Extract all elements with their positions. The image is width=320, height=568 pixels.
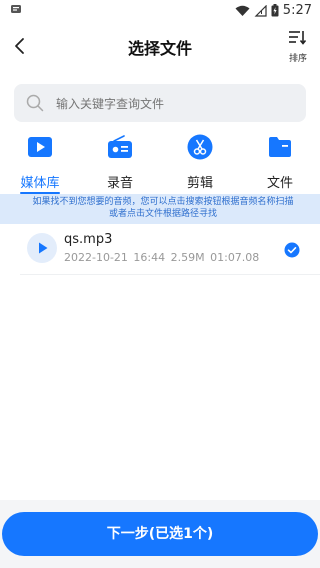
signal-icon (254, 4, 267, 17)
divider (20, 274, 320, 275)
sort-label: 排序 (288, 54, 307, 64)
tab-files[interactable]: 文件 (240, 132, 320, 194)
search-icon (26, 94, 44, 112)
file-meta: 2022-10-21 16:44 2.59M 01:07.08 (64, 251, 259, 264)
search-input[interactable] (54, 84, 298, 124)
tab-recording[interactable]: 录音 (80, 132, 160, 194)
battery-icon (271, 4, 279, 17)
app-notification-icon (11, 5, 21, 13)
status-bar: 5:27 (0, 0, 320, 24)
next-step-button[interactable]: 下一步(已选1个) (2, 512, 318, 556)
tab-label: 媒体库 (20, 176, 60, 191)
file-name: qs.mp3 (64, 232, 113, 247)
tab-label: 录音 (106, 176, 133, 191)
file-duration: 01:07.08 (210, 251, 260, 264)
status-time: 5:27 (282, 3, 312, 18)
wifi-icon (235, 5, 250, 16)
checked-circle-icon[interactable] (284, 242, 300, 258)
radio-icon (108, 135, 132, 158)
navigation-bar: 选择文件 排序 (0, 24, 320, 68)
page-title: 选择文件 (127, 39, 192, 58)
tab-media-library[interactable]: 媒体库 (0, 132, 80, 194)
scissors-icon (187, 134, 213, 160)
play-icon (39, 242, 48, 254)
tab-label: 文件 (266, 176, 293, 191)
list-item[interactable]: qs.mp3 2022-10-21 16:44 2.59M 01:07.08 (0, 224, 320, 275)
sort-button[interactable]: 排序 (286, 30, 310, 64)
search-bar[interactable] (14, 84, 306, 124)
folder-icon (269, 137, 291, 157)
tab-label: 剪辑 (186, 176, 213, 191)
hint-text: 如果找不到您想要的音频，您可以点击搜索按钮根据音频名称扫描或者点击文件根据路径寻… (32, 197, 294, 219)
play-button[interactable] (27, 233, 57, 263)
sort-icon (289, 31, 307, 45)
file-size: 2.59M (170, 251, 205, 264)
file-date: 2022-10-21 16:44 (64, 251, 166, 264)
play-icon (28, 137, 52, 157)
hint-banner: 如果找不到您想要的音频，您可以点击搜索按钮根据音频名称扫描或者点击文件根据路径寻… (0, 194, 320, 224)
category-tabs: 媒体库 录音 剪辑 文件 (0, 132, 320, 194)
tab-clip[interactable]: 剪辑 (160, 132, 240, 194)
